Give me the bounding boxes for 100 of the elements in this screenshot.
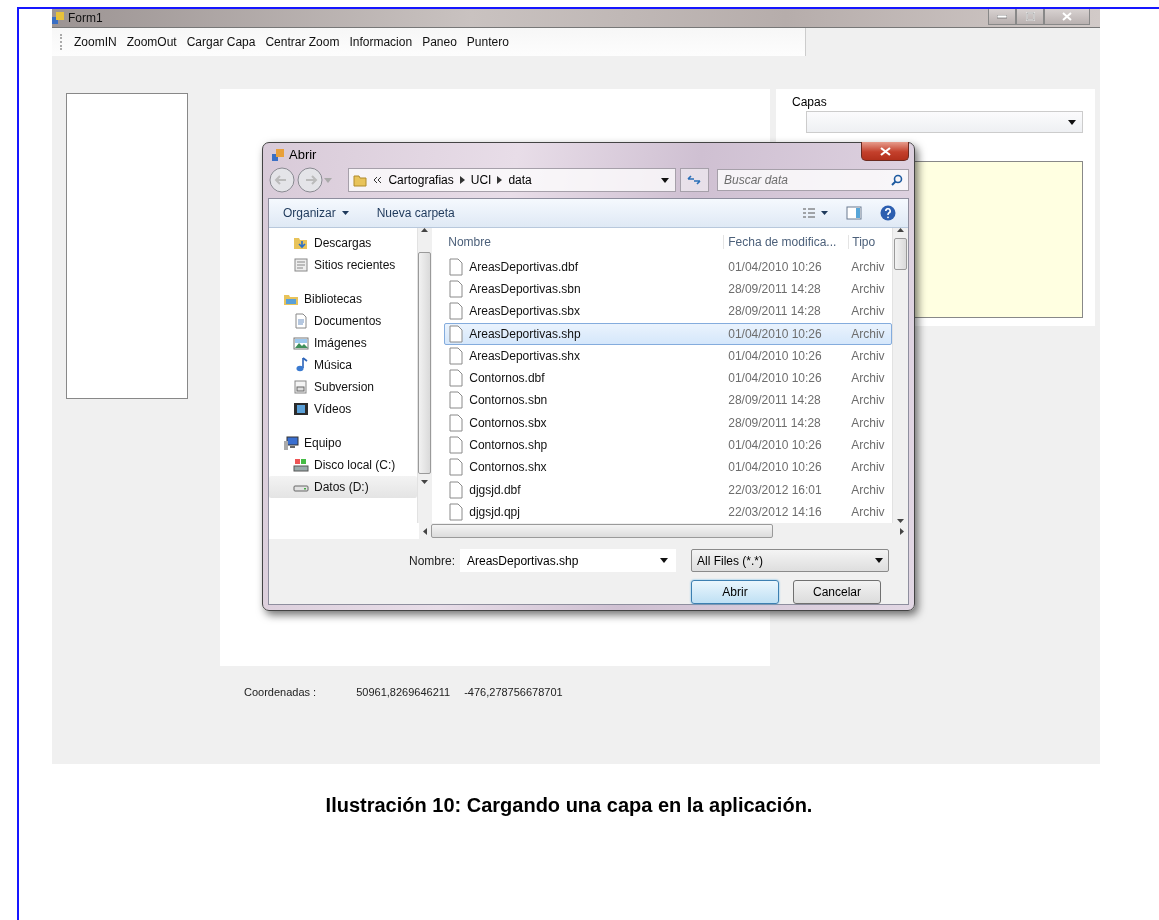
- view-icon[interactable]: [802, 207, 828, 219]
- menu-item[interactable]: Paneo: [422, 35, 457, 49]
- file-row[interactable]: AreasDeportivas.sbn 28/09/2011 14:28 Archiv: [444, 277, 893, 301]
- column-header[interactable]: Nombre: [444, 234, 724, 249]
- dialog-button[interactable]: Abrir: [691, 580, 779, 604]
- vertical-scrollbar[interactable]: [892, 228, 908, 523]
- refresh-button[interactable]: [679, 168, 709, 192]
- scrollbar-thumb[interactable]: [894, 238, 908, 270]
- file-row[interactable]: Contornos.shp 01/04/2010 10:26 Archiv: [444, 433, 893, 457]
- back-button[interactable]: [268, 166, 296, 194]
- nav-item[interactable]: Bibliotecas: [269, 288, 417, 310]
- toolbar-grip: [60, 34, 64, 50]
- file-type: Archiv: [850, 415, 886, 430]
- forward-button[interactable]: [296, 166, 324, 194]
- file-name: Contornos.sbn: [469, 393, 548, 408]
- refresh-icon: [687, 175, 702, 185]
- menu-item[interactable]: ZoomIN: [74, 35, 117, 49]
- search-field[interactable]: Buscar data: [717, 169, 909, 191]
- file-row[interactable]: AreasDeportivas.sbx 28/09/2011 14:28 Archiv: [444, 300, 893, 323]
- minimize-button[interactable]: [988, 9, 1016, 25]
- maximize-button[interactable]: [1016, 9, 1044, 25]
- menu-item[interactable]: Informacion: [349, 35, 413, 49]
- figure-caption: Ilustración 10: Cargando una capa en la aplicación.: [324, 794, 814, 817]
- chevron-icon: [373, 176, 383, 184]
- breadcrumb-item[interactable]: Cartografias: [388, 173, 454, 187]
- file-name: Contornos.dbf: [469, 371, 545, 386]
- file-date: 22/03/2012 14:16: [727, 504, 823, 519]
- file-row[interactable]: Contornos.shx 01/04/2010 10:26 Archiv: [444, 456, 893, 479]
- nav-item[interactable]: Disco local (C:): [269, 454, 417, 476]
- file-date: 22/03/2012 16:01: [727, 482, 823, 497]
- breadcrumb-item[interactable]: data: [508, 173, 532, 187]
- nav-item[interactable]: Datos (D:): [269, 476, 417, 498]
- close-icon: [1062, 12, 1072, 21]
- search-icon: [891, 174, 903, 186]
- menu-item[interactable]: Puntero: [466, 35, 509, 49]
- close-button[interactable]: [861, 142, 909, 161]
- file-row[interactable]: djgsjd.qpj 22/03/2012 14:16 Archiv: [444, 500, 893, 524]
- file-icon: [449, 369, 464, 388]
- file-name: AreasDeportivas.sbx: [469, 304, 580, 319]
- file-name: Contornos.sbx: [469, 415, 547, 430]
- nav-item[interactable]: Descargas: [269, 232, 417, 254]
- nav-item[interactable]: Música: [269, 354, 417, 376]
- file-type: Archiv: [850, 326, 886, 341]
- nav-item[interactable]: Sitios recientes: [269, 254, 417, 276]
- breadcrumb-item[interactable]: UCI: [470, 173, 492, 187]
- nav-item[interactable]: Vídeos: [269, 398, 417, 420]
- file-type: Archiv: [850, 371, 886, 386]
- file-row[interactable]: AreasDeportivas.shp 01/04/2010 10:26 Archiv: [444, 322, 893, 345]
- app-icon: [272, 148, 284, 161]
- app-icon: [52, 12, 64, 24]
- horizontal-scrollbar[interactable]: [419, 523, 908, 539]
- breadcrumb-arrow-icon: [497, 176, 503, 184]
- file-row[interactable]: AreasDeportivas.shx 01/04/2010 10:26 Archiv: [444, 344, 893, 368]
- file-type: Archiv: [850, 438, 886, 453]
- file-icon: [449, 458, 464, 477]
- nav-item[interactable]: Subversion: [269, 376, 417, 398]
- file-name: AreasDeportivas.shp: [469, 326, 581, 341]
- nav-item[interactable]: Equipo: [269, 432, 417, 454]
- caret-icon: [660, 177, 669, 183]
- layers-label: Capas: [792, 95, 828, 109]
- menu-item[interactable]: Centrar Zoom: [265, 35, 340, 49]
- file-icon: [449, 257, 464, 276]
- help-icon[interactable]: [880, 205, 896, 221]
- nav-item[interactable]: Imágenes: [269, 332, 417, 354]
- file-type-dropdown[interactable]: All Files (*.*): [691, 549, 889, 572]
- file-type: Archiv: [850, 348, 886, 363]
- column-header[interactable]: Fecha de modifica...: [723, 234, 849, 249]
- file-icon: [449, 502, 464, 521]
- scrollbar-thumb[interactable]: [431, 524, 773, 538]
- preview-pane-icon[interactable]: [846, 206, 862, 220]
- close-icon: [879, 146, 891, 156]
- file-row[interactable]: Contornos.sbn 28/09/2011 14:28 Archiv: [444, 389, 893, 412]
- toolbar-button[interactable]: Nueva carpeta: [376, 206, 455, 220]
- file-row[interactable]: Contornos.dbf 01/04/2010 10:26 Archiv: [444, 367, 893, 390]
- file-row[interactable]: AreasDeportivas.dbf 01/04/2010 10:26 Archiv: [444, 255, 893, 278]
- toolbar-button[interactable]: Organizar: [283, 206, 349, 220]
- layers-dropdown[interactable]: [806, 111, 1083, 133]
- file-icon: [449, 480, 464, 499]
- vertical-scrollbar[interactable]: [416, 228, 433, 523]
- file-type: Archiv: [850, 259, 886, 274]
- file-date: 28/09/2011 14:28: [727, 415, 822, 430]
- menu-item[interactable]: ZoomOut: [126, 35, 177, 49]
- scrollbar-thumb[interactable]: [418, 252, 432, 474]
- filename-field[interactable]: AreasDeportivas.shp: [460, 549, 676, 572]
- file-row[interactable]: djgsjd.dbf 22/03/2012 16:01 Archiv: [444, 478, 893, 501]
- address-bar[interactable]: Cartografias UCI data: [348, 168, 676, 192]
- file-date: 28/09/2011 14:28: [727, 393, 822, 408]
- dialog-button[interactable]: Cancelar: [793, 580, 881, 604]
- file-name: AreasDeportivas.sbn: [469, 282, 581, 297]
- window-title: Form1: [68, 11, 103, 25]
- scroll-left-icon: [423, 527, 427, 535]
- nav-item[interactable]: Documentos: [269, 310, 417, 332]
- file-type: Archiv: [850, 282, 886, 297]
- filename-label: Nombre:: [409, 553, 455, 568]
- file-row[interactable]: Contornos.sbx 28/09/2011 14:28 Archiv: [444, 411, 893, 434]
- caret-icon: [324, 177, 332, 183]
- file-icon: [449, 324, 464, 343]
- file-icon: [449, 391, 464, 410]
- menu-item[interactable]: Cargar Capa: [186, 35, 256, 49]
- file-date: 01/04/2010 10:26: [727, 326, 823, 341]
